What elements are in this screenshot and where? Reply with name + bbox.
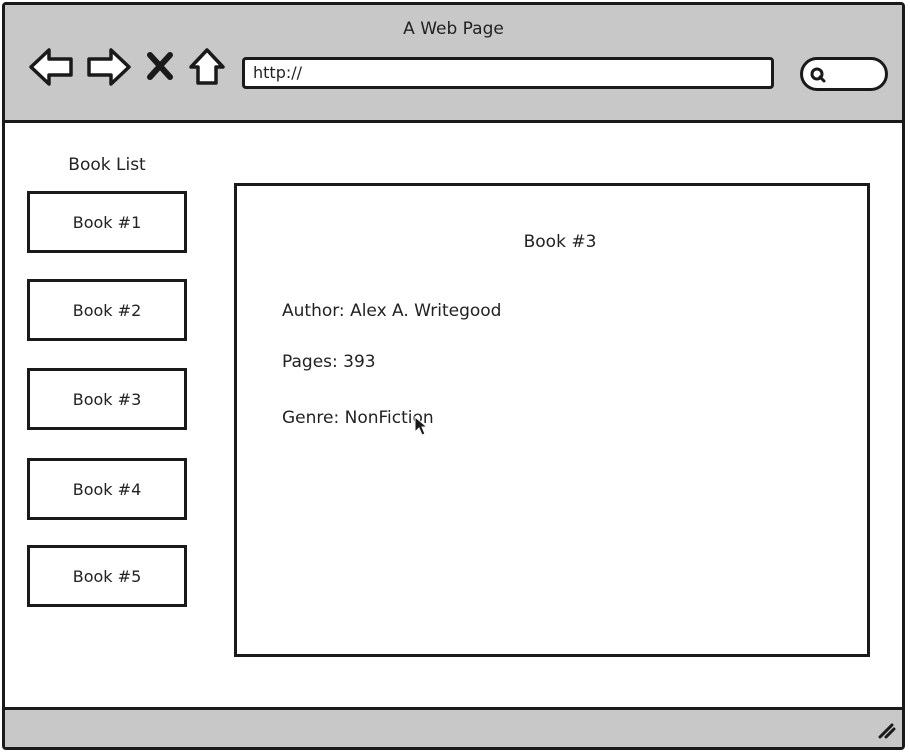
book-list-heading: Book List	[68, 155, 146, 175]
book-detail-title: Book #3	[523, 232, 597, 252]
book-genre: Genre: NonFiction	[282, 408, 434, 428]
page-content: Book List Book #1 Book #2 Book #3 Book #…	[5, 123, 902, 711]
status-bar	[5, 707, 902, 747]
forward-arrow-icon[interactable]	[85, 45, 133, 89]
book-4-button[interactable]: Book #4	[27, 458, 187, 520]
book-detail-panel: Book #3 Author: Alex A. Writegood Pages:…	[234, 183, 870, 657]
close-icon[interactable]	[145, 45, 175, 89]
book-3-button[interactable]: Book #3	[27, 368, 187, 430]
book-1-button[interactable]: Book #1	[27, 191, 187, 253]
search-icon	[809, 65, 829, 89]
mouse-pointer-icon	[414, 415, 429, 440]
book-author: Author: Alex A. Writegood	[282, 301, 502, 321]
url-input[interactable]: http://	[242, 57, 774, 89]
home-icon[interactable]	[187, 45, 227, 89]
book-pages: Pages: 393	[282, 352, 376, 372]
browser-toolbar: A Web Page http://	[5, 5, 902, 123]
back-arrow-icon[interactable]	[27, 45, 75, 89]
browser-window: A Web Page http:// Book List Book #1 Boo…	[2, 2, 905, 750]
search-input[interactable]	[800, 57, 888, 91]
book-2-button[interactable]: Book #2	[27, 279, 187, 341]
resize-grip-icon[interactable]	[874, 717, 896, 743]
book-5-button[interactable]: Book #5	[27, 545, 187, 607]
window-title: A Web Page	[403, 19, 504, 39]
